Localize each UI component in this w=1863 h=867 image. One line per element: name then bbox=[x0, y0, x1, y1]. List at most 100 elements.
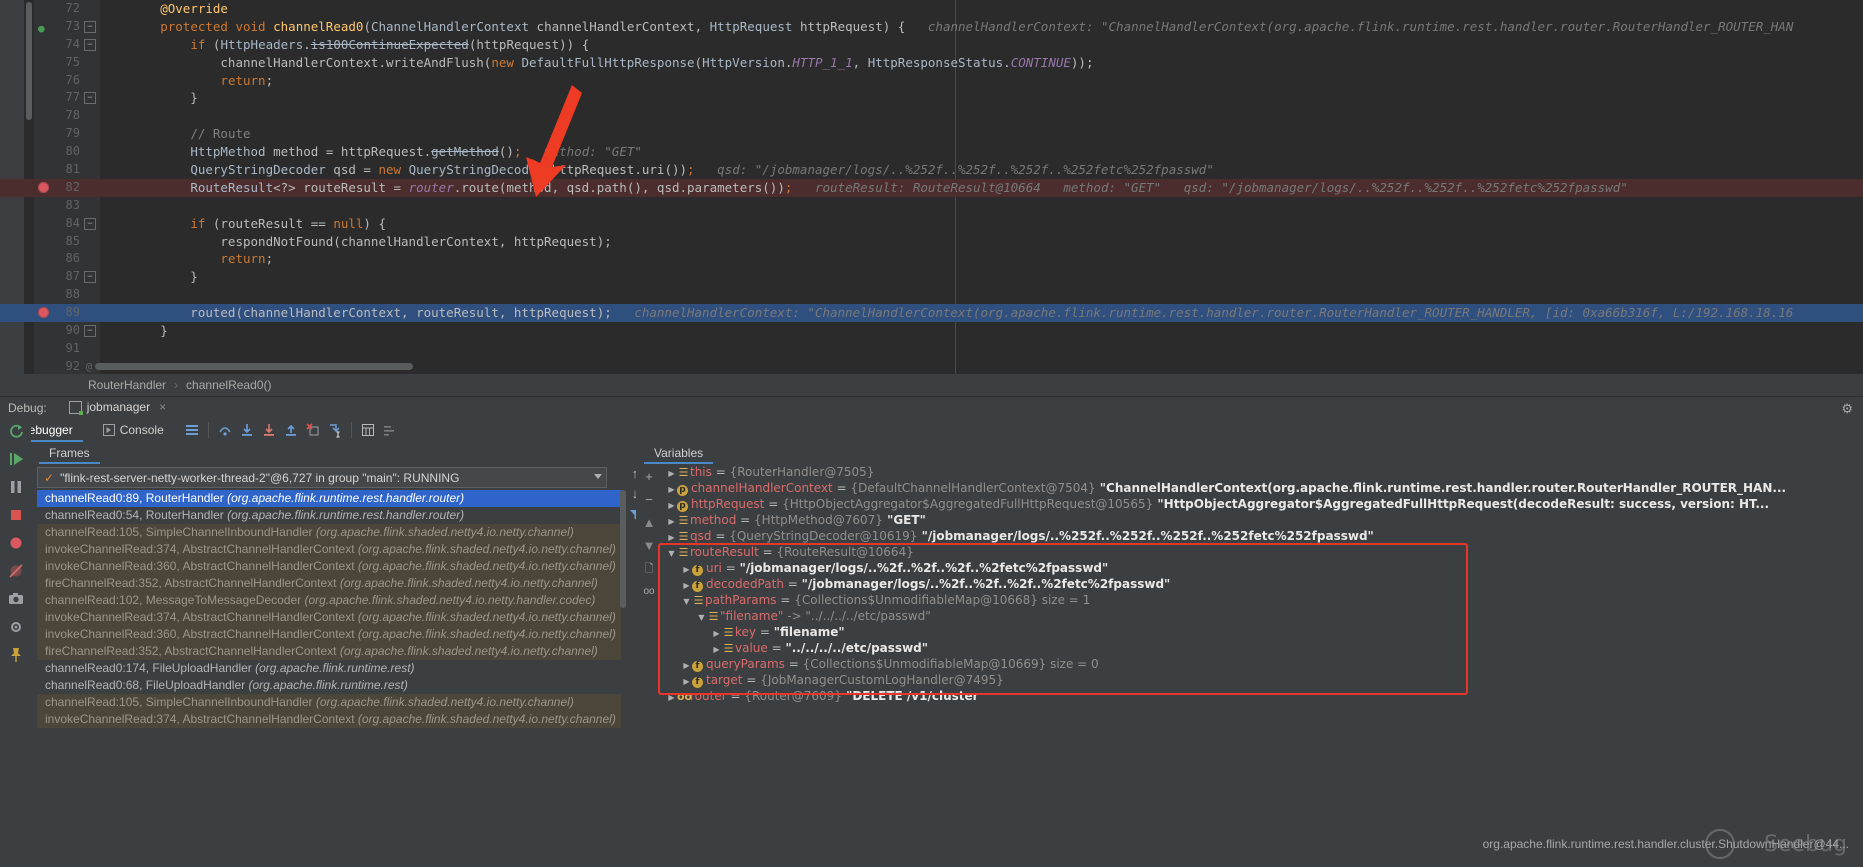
gear-icon[interactable]: ⚙ bbox=[1841, 401, 1853, 417]
code-editor[interactable]: 72 @Override73●− protected void channelR… bbox=[0, 0, 1863, 374]
frames-tab-label[interactable]: Frames bbox=[39, 442, 100, 464]
code-text[interactable]: HttpMethod method = httpRequest.getMetho… bbox=[100, 144, 521, 159]
code-line[interactable]: 82 RouteResult<?> routeResult = router.r… bbox=[100, 179, 1863, 197]
code-fold-icon[interactable]: − bbox=[84, 39, 96, 51]
breakpoint-marker[interactable] bbox=[38, 182, 49, 193]
code-line[interactable]: 78 bbox=[100, 107, 1863, 125]
variable-row[interactable]: ▶ftarget = {JobManagerCustomLogHandler@7… bbox=[662, 672, 1863, 688]
code-text[interactable]: return; bbox=[100, 73, 273, 88]
chevron-right-icon[interactable]: ▶ bbox=[681, 578, 692, 592]
stop-icon[interactable] bbox=[7, 506, 25, 524]
chevron-down-icon[interactable] bbox=[594, 474, 602, 479]
code-fold-icon[interactable]: − bbox=[84, 271, 96, 283]
code-text[interactable]: QueryStringDecoder qsd = new QueryString… bbox=[100, 162, 695, 177]
drop-frame-icon[interactable] bbox=[305, 422, 321, 438]
frame-list-item[interactable]: invokeChannelRead:360, AbstractChannelHa… bbox=[37, 626, 621, 643]
settings-gear-icon[interactable] bbox=[7, 618, 25, 636]
variable-row[interactable]: ▶☰key = "filename" bbox=[662, 624, 1863, 640]
frame-list-item[interactable]: invokeChannelRead:374, AbstractChannelHa… bbox=[37, 609, 621, 626]
breadcrumb[interactable]: RouterHandler › channelRead0() bbox=[0, 374, 1863, 396]
frame-list-item[interactable]: channelRead:105, SimpleChannelInboundHan… bbox=[37, 524, 621, 541]
code-text[interactable]: channelHandlerContext.writeAndFlush(new … bbox=[100, 55, 1093, 70]
layout-icon[interactable] bbox=[184, 422, 200, 438]
step-over-icon[interactable] bbox=[217, 422, 233, 438]
frame-list-item[interactable]: channelRead0:54, RouterHandler (org.apac… bbox=[37, 507, 621, 524]
up-icon[interactable]: ▲ bbox=[641, 516, 657, 530]
code-fold-icon[interactable]: − bbox=[84, 21, 96, 33]
frame-list-item[interactable]: channelRead0:89, RouterHandler (org.apac… bbox=[37, 490, 621, 507]
frame-list-item[interactable]: invokeChannelRead:360, AbstractChannelHa… bbox=[37, 558, 621, 575]
code-text[interactable]: @Override bbox=[100, 1, 228, 16]
view-breakpoints-icon[interactable] bbox=[7, 534, 25, 552]
minus-icon[interactable]: − bbox=[641, 493, 657, 507]
frame-list-item[interactable]: channelRead:105, SimpleChannelInboundHan… bbox=[37, 694, 621, 711]
copy-icon[interactable]: 🗋 bbox=[641, 562, 657, 576]
variable-row[interactable]: ▶pchannelHandlerContext = {DefaultChanne… bbox=[662, 480, 1863, 496]
code-text[interactable]: routed(channelHandlerContext, routeResul… bbox=[100, 305, 612, 320]
frame-list-item[interactable]: channelRead0:174, FileUploadHandler (org… bbox=[37, 660, 621, 677]
code-text[interactable]: if (routeResult == null) { bbox=[100, 216, 386, 231]
plus-icon[interactable]: + bbox=[641, 470, 657, 484]
code-line[interactable]: 90− } bbox=[100, 322, 1863, 340]
run-to-cursor-icon[interactable] bbox=[327, 422, 343, 438]
settings-icon[interactable] bbox=[382, 422, 398, 438]
chevron-right-icon[interactable]: ▶ bbox=[666, 514, 677, 528]
frame-list-item[interactable]: invokeChannelRead:374, AbstractChannelHa… bbox=[37, 711, 621, 728]
code-text[interactable]: respondNotFound(channelHandlerContext, h… bbox=[100, 234, 612, 249]
code-fold-icon[interactable]: − bbox=[84, 92, 96, 104]
variable-row[interactable]: ▼☰pathParams = {Collections$Unmodifiable… bbox=[662, 592, 1863, 608]
code-line[interactable]: 87− } bbox=[100, 268, 1863, 286]
chevron-right-icon[interactable]: ▶ bbox=[666, 482, 677, 496]
frame-list-item[interactable]: channelRead0:68, FileUploadHandler (org.… bbox=[37, 677, 621, 694]
code-lines[interactable]: 72 @Override73●− protected void channelR… bbox=[100, 0, 1863, 374]
code-text[interactable]: } bbox=[100, 90, 198, 105]
chevron-right-icon[interactable]: ▶ bbox=[666, 466, 677, 480]
resume-icon[interactable] bbox=[7, 450, 25, 468]
code-line[interactable]: 85 respondNotFound(channelHandlerContext… bbox=[100, 233, 1863, 251]
pin-icon[interactable] bbox=[7, 646, 25, 664]
variable-row[interactable]: ▶☰qsd = {QueryStringDecoder@10619} "/job… bbox=[662, 528, 1863, 544]
code-line[interactable]: 77− } bbox=[100, 89, 1863, 107]
variable-row[interactable]: ▼☰routeResult = {RouteResult@10664} bbox=[662, 544, 1863, 560]
code-line[interactable]: 72 @Override bbox=[100, 0, 1863, 18]
code-text[interactable]: return; bbox=[100, 251, 273, 266]
code-line[interactable]: 79 // Route bbox=[100, 125, 1863, 143]
code-line[interactable]: 76 return; bbox=[100, 72, 1863, 90]
variable-row[interactable]: ▶☰value = "../../../../etc/passwd" bbox=[662, 640, 1863, 656]
debug-session-tab[interactable]: jobmanager × bbox=[61, 396, 174, 420]
variable-row[interactable]: ▼☰"filename" -> "../../../../etc/passwd" bbox=[662, 608, 1863, 624]
tab-console[interactable]: Console bbox=[93, 418, 174, 442]
variable-row[interactable]: ▶☰this = {RouterHandler@7505} bbox=[662, 464, 1863, 480]
chevron-down-icon[interactable]: ▼ bbox=[681, 594, 692, 608]
thread-selector[interactable]: ✓ "flink-rest-server-netty-worker-thread… bbox=[37, 467, 607, 488]
code-line[interactable]: 91 bbox=[100, 340, 1863, 358]
debugger-toolbar[interactable]: Debugger Console bbox=[0, 418, 1863, 442]
code-line[interactable]: 86 return; bbox=[100, 250, 1863, 268]
code-fold-icon[interactable]: − bbox=[84, 325, 96, 337]
code-text[interactable]: if (HttpHeaders.is100ContinueExpected(ht… bbox=[100, 37, 589, 52]
chevron-right-icon[interactable]: ▶ bbox=[666, 530, 677, 544]
variable-row[interactable]: ▶phttpRequest = {HttpObjectAggregator$Ag… bbox=[662, 496, 1863, 512]
frame-list-item[interactable]: fireChannelRead:352, AbstractChannelHand… bbox=[37, 575, 621, 592]
rerun-icon[interactable] bbox=[7, 422, 25, 440]
variables-panel[interactable]: Variables + − ▲ ▼ 🗋 oo ▶☰this = {RouterH… bbox=[636, 442, 1863, 861]
down-icon[interactable]: ▼ bbox=[641, 539, 657, 553]
code-line[interactable]: 75 channelHandlerContext.writeAndFlush(n… bbox=[100, 54, 1863, 72]
variable-row[interactable]: ▶☰method = {HttpMethod@7607} "GET" bbox=[662, 512, 1863, 528]
code-text[interactable]: // Route bbox=[100, 126, 251, 141]
chevron-right-icon[interactable]: ▶ bbox=[681, 658, 692, 672]
code-text[interactable]: } bbox=[100, 269, 198, 284]
camera-icon[interactable] bbox=[7, 590, 25, 608]
pause-icon[interactable] bbox=[7, 478, 25, 496]
step-out-icon[interactable] bbox=[283, 422, 299, 438]
chevron-down-icon[interactable]: ▼ bbox=[696, 610, 707, 624]
code-line[interactable]: 81 QueryStringDecoder qsd = new QueryStr… bbox=[100, 161, 1863, 179]
frame-list-item[interactable]: channelRead:102, MessageToMessageDecoder… bbox=[37, 592, 621, 609]
chevron-right-icon[interactable]: ▶ bbox=[711, 626, 722, 640]
variable-row[interactable]: ▶fdecodedPath = "/jobmanager/logs/..%2f.… bbox=[662, 576, 1863, 592]
variable-row[interactable]: ▶furi = "/jobmanager/logs/..%2f..%2f..%2… bbox=[662, 560, 1863, 576]
code-fold-icon[interactable]: − bbox=[84, 218, 96, 230]
frames-scrollbar[interactable] bbox=[619, 490, 627, 670]
mute-breakpoints-icon[interactable] bbox=[7, 562, 25, 580]
code-line[interactable]: 73●− protected void channelRead0(Channel… bbox=[100, 18, 1863, 36]
